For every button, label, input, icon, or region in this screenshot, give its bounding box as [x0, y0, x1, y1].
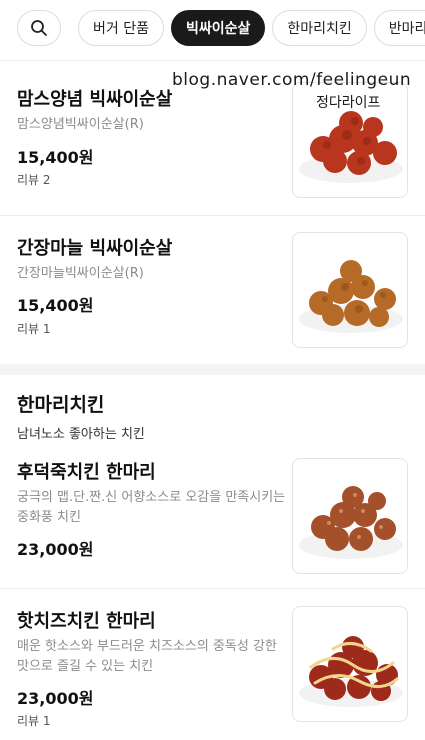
search-button[interactable] — [17, 10, 61, 46]
item-image — [292, 458, 408, 574]
category-tabs: 버거 단품 빅싸이순살 한마리치킨 반마리치 — [78, 10, 425, 46]
tab-whole-chicken[interactable]: 한마리치킨 — [272, 10, 367, 46]
item-price: 23,000원 — [17, 540, 94, 559]
item-name: 후덕죽치킨 한마리 — [17, 462, 156, 483]
item-description: 매운 핫소스와 부드러운 치즈소스의 중독성 강한 맛으로 즐길 수 있는 치킨 — [17, 639, 277, 674]
item-name: 핫치즈치킨 한마리 — [17, 611, 156, 632]
item-description: 간장마늘빅싸이순살(R) — [17, 266, 144, 281]
item-price: 15,400원 — [17, 296, 94, 315]
item-name: 간장마늘 빅싸이순살 — [17, 238, 173, 259]
watermark-url: blog.naver.com/feelingeun — [172, 70, 412, 90]
section-gap — [0, 364, 425, 375]
menu-item[interactable]: 후덕죽치킨 한마리 궁극의 맵.단.짠.신 어향소스로 오감을 만족시키는 중화… — [0, 446, 425, 588]
item-image — [292, 232, 408, 348]
item-image — [292, 606, 408, 722]
tab-half-chicken[interactable]: 반마리치 — [373, 10, 425, 46]
item-description: 맘스양념빅싸이순살(R) — [17, 117, 144, 132]
menu-item[interactable]: 핫치즈치킨 한마리 매운 핫소스와 부드러운 치즈소스의 중독성 강한 맛으로 … — [0, 589, 425, 740]
item-price: 23,000원 — [17, 689, 94, 708]
section-title: 한마리치킨 — [17, 394, 105, 416]
watermark-name: 정다라이프 — [316, 95, 381, 111]
section-subtitle: 남녀노소 좋아하는 치킨 — [17, 427, 145, 442]
tab-big-boneless[interactable]: 빅싸이순살 — [170, 10, 266, 46]
search-icon — [31, 20, 47, 36]
category-bar: 버거 단품 빅싸이순살 한마리치킨 반마리치 — [0, 0, 425, 61]
item-review-count: 리뷰 1 — [17, 714, 51, 728]
tab-burger-single[interactable]: 버거 단품 — [78, 10, 164, 46]
item-review-count: 리뷰 2 — [17, 173, 51, 187]
item-description: 궁극의 맵.단.짠.신 어향소스로 오감을 만족시키는 중화풍 치킨 — [17, 490, 286, 525]
item-price: 15,400원 — [17, 148, 94, 167]
menu-item[interactable]: 간장마늘 빅싸이순살 간장마늘빅싸이순살(R) 15,400원 리뷰 1 — [0, 216, 425, 364]
item-name: 맘스양념 빅싸이순살 — [17, 89, 173, 110]
item-review-count: 리뷰 1 — [17, 322, 51, 336]
